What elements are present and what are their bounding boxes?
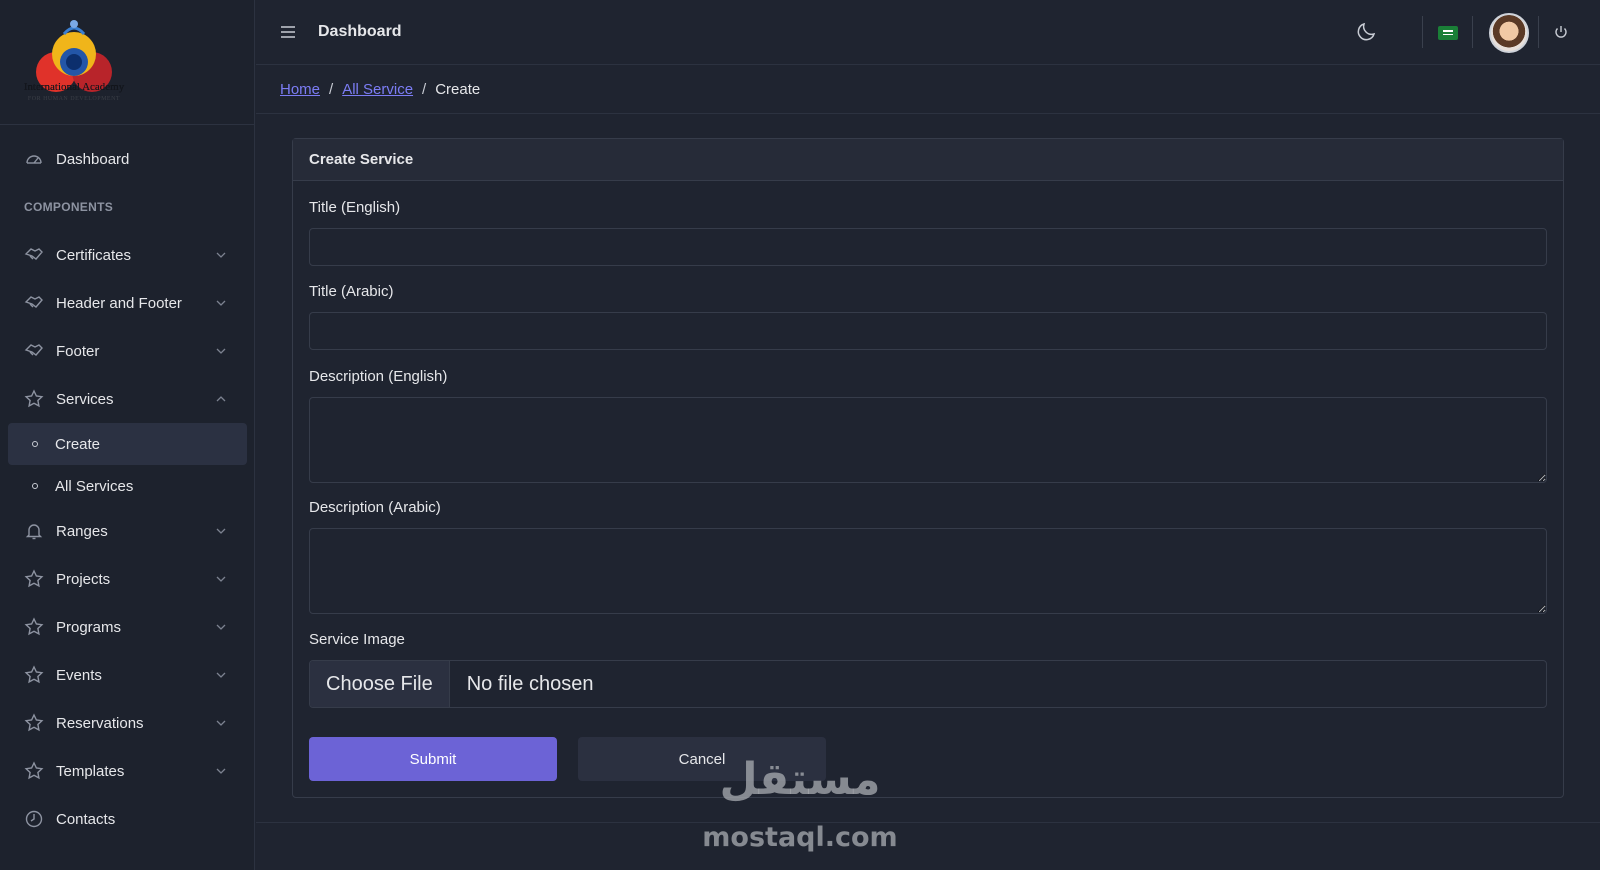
sidebar-item-label: Dashboard [56,150,130,168]
clock-icon [24,809,44,829]
chevron-down-icon [216,624,226,630]
title-english-label: Title (English) [309,199,401,216]
create-service-card: Create Service Title (English) Title (Ar… [292,138,1564,798]
star-icon [24,713,44,733]
gauge-icon [24,149,44,169]
description-arabic-textarea[interactable] [309,528,1547,614]
sidebar-item-contacts[interactable]: Contacts [0,795,255,843]
title-arabic-label: Title (Arabic) [309,283,394,300]
sidebar-item-header-and-footer[interactable]: Header and Footer [0,279,255,327]
logo-subtitle: FOR HUMAN DEVELOPMENT [27,96,121,102]
sidebar-subitem-create[interactable]: Create [8,423,247,465]
sidebar-item-programs[interactable]: Programs [0,603,255,651]
chevron-down-icon [216,672,226,678]
breadcrumb-home-link[interactable]: Home [280,81,320,98]
sidebar-item-label: Services [56,390,114,408]
page-title: Dashboard [318,23,402,40]
power-icon[interactable] [1553,24,1569,40]
sidebar-item-templates[interactable]: Templates [0,747,255,795]
watermark-latin: mostaql.com [702,822,898,853]
star-icon [24,569,44,589]
sidebar-item-projects[interactable]: Projects [0,555,255,603]
handshake-icon [24,245,44,265]
sidebar-item-label: Templates [56,762,125,780]
sidebar-subitem-label: All Services [55,477,134,495]
sidebar-item-reservations[interactable]: Reservations [0,699,255,747]
submit-button[interactable]: Submit [309,737,557,781]
avatar[interactable] [1489,13,1529,53]
breadcrumb-separator: / [329,80,334,98]
breadcrumb-separator: / [422,80,427,98]
file-status: No file chosen [466,672,594,695]
sidebar-item-ranges[interactable]: Ranges [0,507,255,555]
sidebar-subitem-all-services[interactable]: All Services [0,465,255,507]
divider [1538,16,1539,48]
title-arabic-input[interactable] [309,312,1547,350]
bell-icon [24,521,44,541]
star-icon [24,389,44,409]
sidebar-item-services[interactable]: Services [0,375,255,423]
bullet-icon [32,441,38,447]
sidebar-item-label: Programs [56,618,122,636]
description-english-label: Description (English) [309,368,448,385]
menu-icon[interactable] [280,24,296,40]
chevron-down-icon [216,528,226,534]
sidebar-item-label: Footer [56,342,100,360]
sidebar-item-label: Header and Footer [56,294,182,312]
star-icon [24,617,44,637]
title-english-input[interactable] [309,228,1547,266]
footer-divider [256,822,1600,823]
card-title: Create Service [293,139,1563,181]
divider [1422,16,1423,48]
service-image-label: Service Image [309,631,405,648]
sidebar: International Academy FOR HUMAN DEVELOPM… [0,0,255,870]
chevron-down-icon [216,720,226,726]
sidebar-item-label: Ranges [56,522,108,540]
sidebar-item-dashboard[interactable]: Dashboard [0,135,255,183]
section-label: COMPONENTS [24,200,114,214]
sidebar-item-label: Certificates [56,246,132,264]
handshake-icon [24,341,44,361]
description-english-textarea[interactable] [309,397,1547,483]
handshake-icon [24,293,44,313]
sidebar-item-certificates[interactable]: Certificates [0,231,255,279]
star-icon [24,665,44,685]
breadcrumb: Home / All Service / Create [256,65,1600,114]
chevron-down-icon [216,300,226,306]
logo-text: International Academy [23,81,125,93]
breadcrumb-current: Create [435,80,481,98]
logo-area: International Academy FOR HUMAN DEVELOPM… [0,0,254,125]
chevron-down-icon [216,252,226,258]
chevron-up-icon [216,396,226,402]
star-icon [24,761,44,781]
description-arabic-label: Description (Arabic) [309,499,441,516]
sidebar-subitem-label: Create [55,435,101,453]
chevron-down-icon [216,768,226,774]
sidebar-nav: Dashboard COMPONENTS Certificates Header… [0,135,255,843]
sidebar-item-label: Projects [56,570,111,588]
sidebar-item-label: Events [56,666,102,684]
sidebar-item-label: Reservations [56,714,144,732]
breadcrumb-all-service-link[interactable]: All Service [342,81,413,98]
choose-file-button[interactable]: Choose File [310,661,450,707]
sidebar-item-footer[interactable]: Footer [0,327,255,375]
sidebar-item-events[interactable]: Events [0,651,255,699]
moon-icon[interactable] [1356,20,1378,42]
divider [1472,16,1473,48]
service-image-file-input[interactable]: Choose File No file chosen [309,660,1547,708]
chevron-down-icon [216,348,226,354]
chevron-down-icon [216,576,226,582]
flag-icon[interactable] [1438,26,1458,40]
top-header: Dashboard [256,0,1600,65]
bullet-icon [32,483,38,489]
watermark-arabic: مستقل [719,754,881,805]
sidebar-item-label: Contacts [56,810,116,828]
